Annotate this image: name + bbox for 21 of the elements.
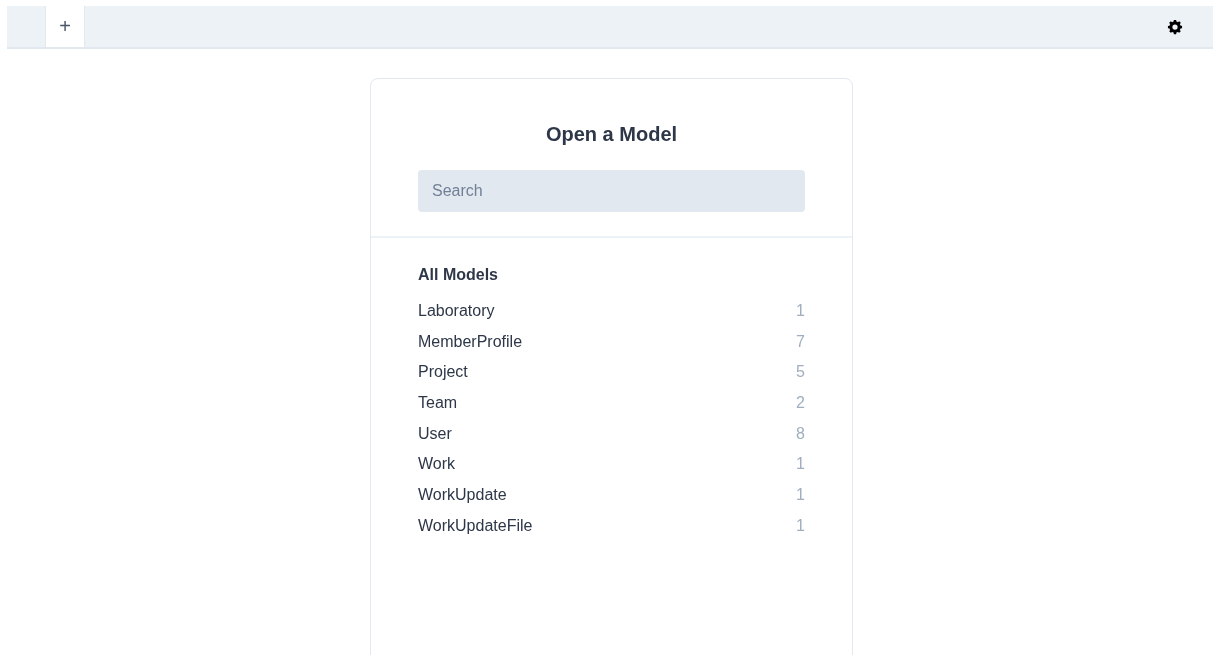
dialog-title: Open a Model [545, 123, 678, 146]
record-count: 1 [796, 486, 805, 506]
record-count: 1 [796, 516, 805, 536]
new-tab-button[interactable]: + [45, 6, 85, 47]
model-link[interactable]: Work [418, 455, 456, 487]
record-count: 1 [796, 455, 805, 475]
section-title: All Models [418, 266, 499, 284]
model-link[interactable]: Laboratory [418, 302, 495, 333]
record-count: 8 [796, 424, 805, 444]
record-count: 5 [796, 363, 805, 383]
model-link[interactable]: MemberProfile [418, 332, 523, 364]
model-link[interactable]: WorkUpdate [418, 486, 507, 517]
model-link[interactable]: Team [418, 394, 458, 425]
model-link[interactable]: User [418, 424, 452, 456]
record-count: 7 [796, 332, 805, 352]
model-link[interactable]: WorkUpdateFile [418, 516, 533, 548]
search-field[interactable]: Search [418, 170, 805, 212]
record-count: 1 [796, 302, 805, 321]
record-count: 2 [796, 394, 805, 414]
model-link[interactable]: Project [418, 363, 468, 395]
settings-icon[interactable] [1166, 17, 1184, 36]
